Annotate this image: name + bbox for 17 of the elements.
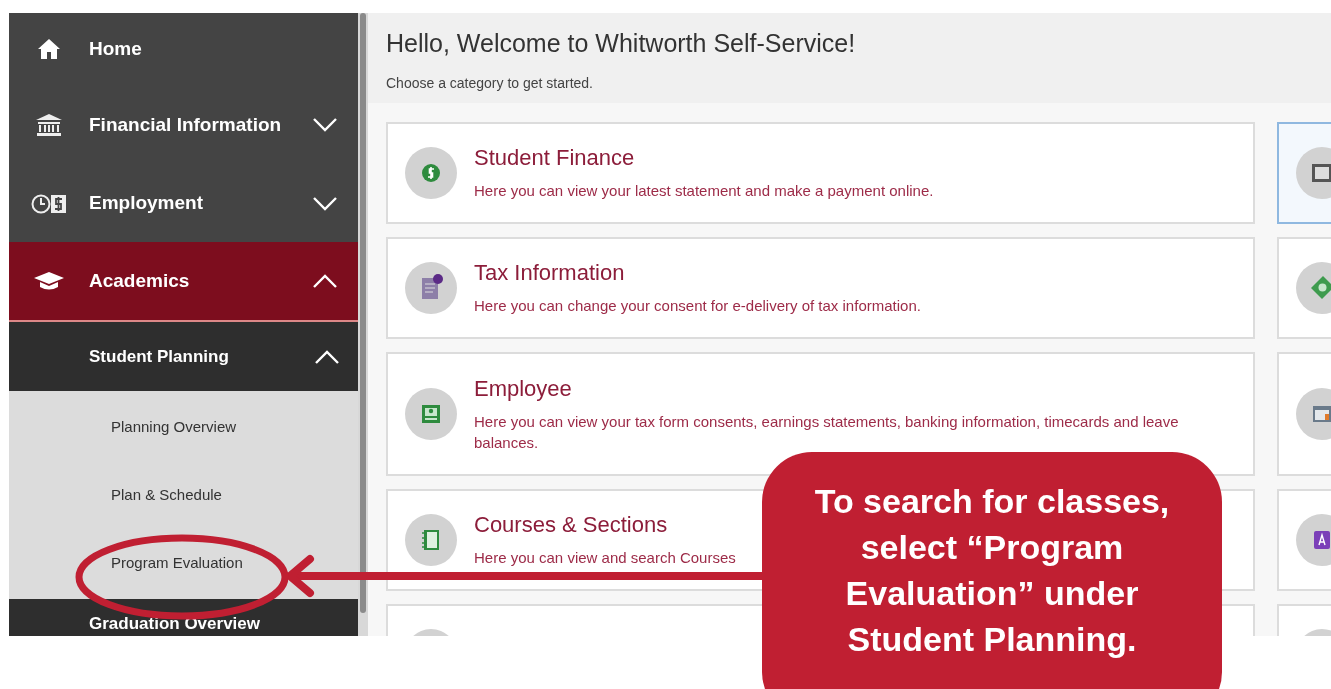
page-subtitle: Choose a category to get started. — [386, 73, 594, 93]
sidebar-item-label: Home — [89, 36, 143, 61]
card-title: Tax Information — [474, 259, 626, 287]
card-title: Employee — [474, 374, 573, 403]
sidebar-subitem-label: Graduation Overview — [89, 613, 261, 636]
card-description: Here you can change your consent for e-delivery of tax information. — [474, 296, 921, 316]
card-description: Here you can view and search Courses — [474, 548, 736, 568]
page-title: Hello, Welcome to Whitworth Self-Service! — [386, 28, 857, 59]
sidebar-subitem-label: Student Planning — [89, 345, 230, 368]
callout-text: To search for classes, select “Program Evaluation” under Student Planning. — [813, 481, 1171, 660]
card-description: Here you can view your tax form consents, earnings statements, banking information, timecards and leave balances. — [474, 411, 1180, 453]
sidebar-item-label: Financial Information — [89, 112, 283, 137]
card-description: Here you can view your latest statement and make a payment online. — [474, 181, 934, 201]
card-title: Student Finance — [474, 144, 636, 172]
card-title: Courses & Sections — [474, 511, 669, 539]
sidebar-item-label: Employment — [89, 191, 205, 216]
sidebar-item-label: Academics — [89, 268, 191, 293]
